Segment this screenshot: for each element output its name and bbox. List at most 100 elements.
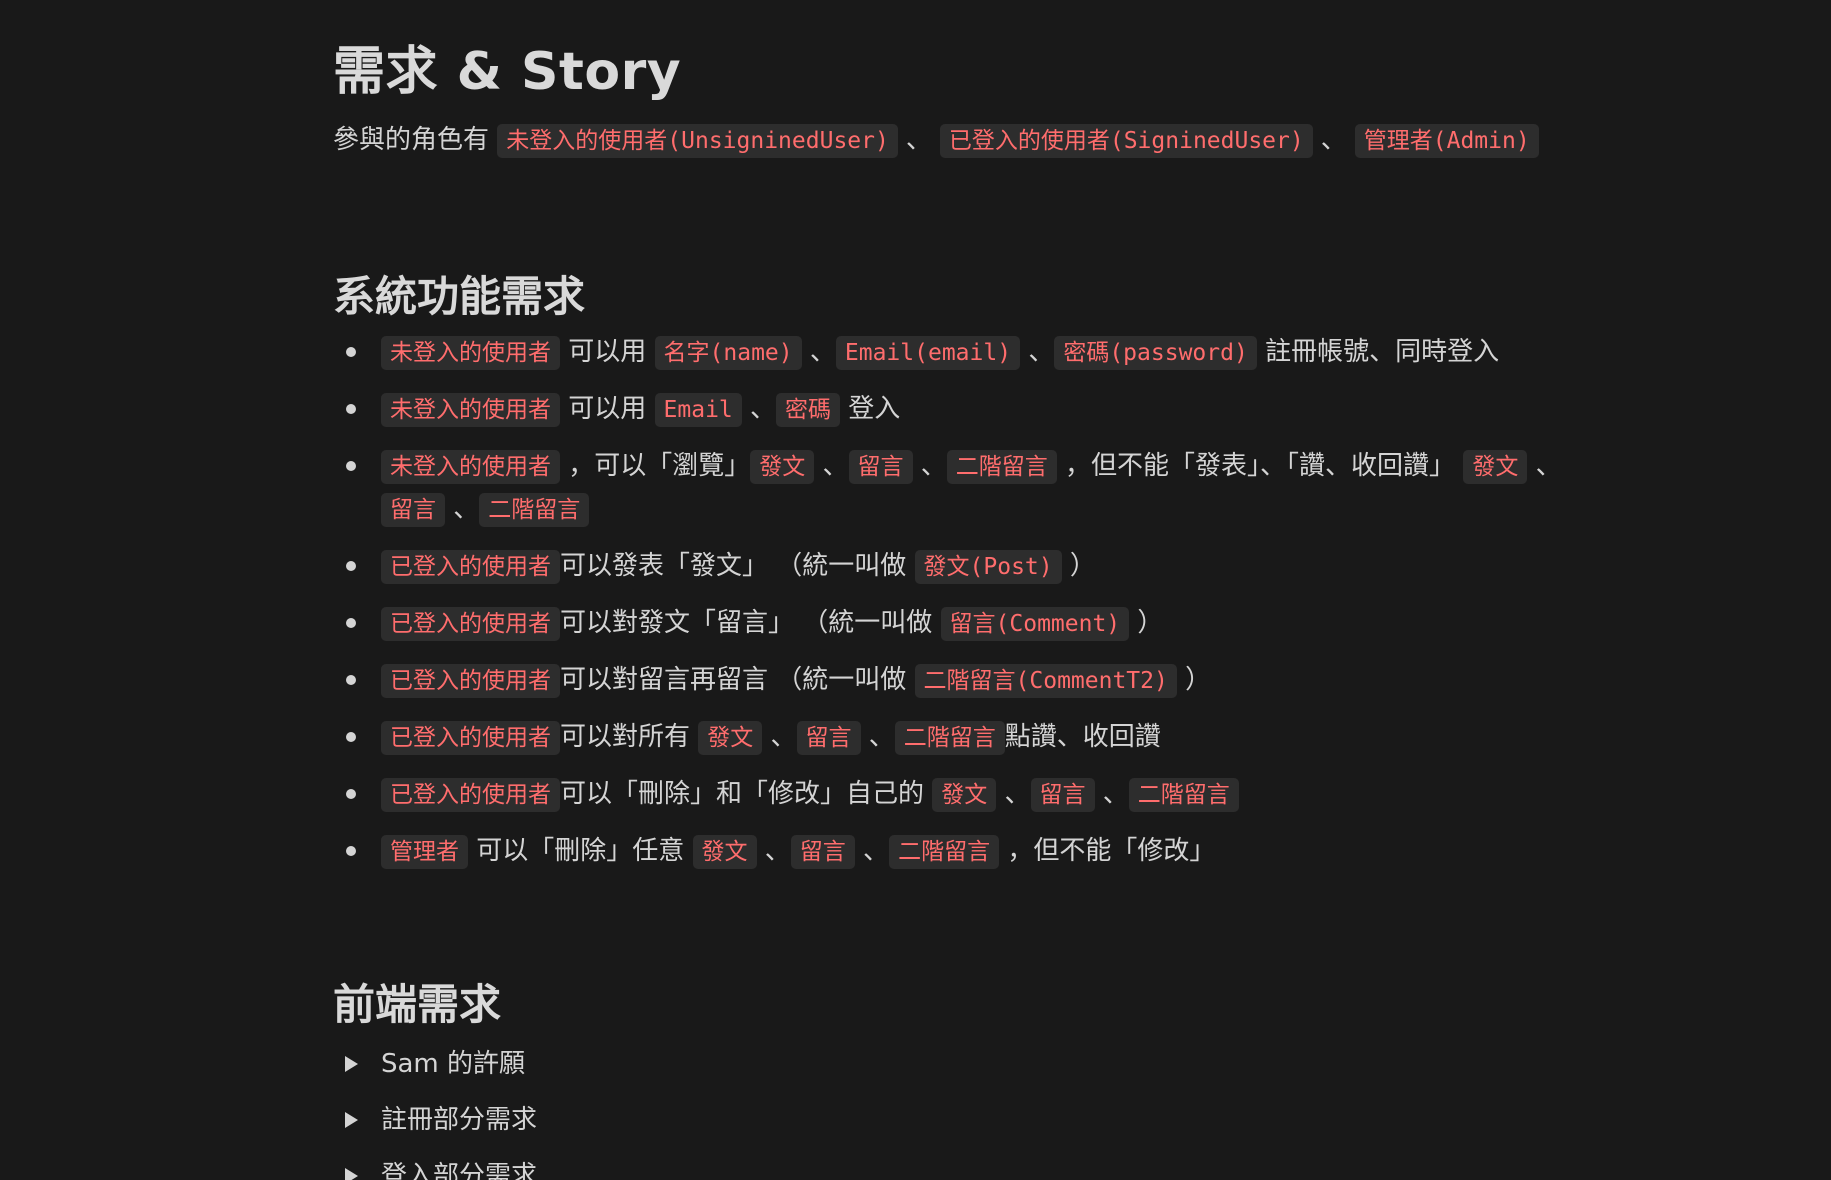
list-item-text: 可以發表「發文」 （統一叫做: [560, 551, 915, 581]
bullet-dot-icon: [346, 732, 356, 742]
toggle-triangle-icon[interactable]: [345, 1112, 358, 1128]
inline-code-tag: Email: [654, 393, 742, 427]
bullet-dot-icon: [346, 789, 356, 799]
list-item[interactable]: 未登入的使用者 ，可以「瀏覽」 發文 、留言 、二階留言 ，但不能「發表」、「讚、…: [333, 445, 1573, 531]
list-item-text: ）: [1061, 551, 1096, 581]
bullet-dot-icon: [346, 461, 356, 471]
inline-code-tag: 二階留言: [894, 721, 1005, 755]
inline-code-tag: 名字(name): [654, 336, 802, 370]
list-item-text: 、: [762, 722, 797, 752]
inline-code-tag: 發文: [1463, 450, 1528, 484]
inline-code-tag: 密碼(password): [1054, 336, 1257, 370]
inline-code-tag: 管理者: [381, 835, 468, 869]
list-item[interactable]: 已登入的使用者 可以對留言再留言 （統一叫做 二階留言(CommentT2) ）: [333, 659, 1573, 702]
inline-code-tag: Email(email): [835, 336, 1021, 370]
list-item-text: 可以對發文「留言」 （統一叫做: [560, 608, 941, 638]
list-item-text: 、: [1020, 337, 1055, 367]
inline-code-tag: 留言: [381, 493, 445, 527]
list-item-text: 點讚、收回讚: [1004, 722, 1161, 752]
inline-code-tag: 留言: [796, 721, 861, 755]
bullet-dot-icon: [346, 561, 356, 571]
toggle-item[interactable]: 登入部分需求: [333, 1155, 1573, 1180]
inline-code-tag: 已登入的使用者: [381, 721, 560, 755]
inline-code-tag: 已登入的使用者: [381, 664, 560, 698]
bullet-dot-icon: [346, 404, 356, 414]
list-item[interactable]: 已登入的使用者 可以發表「發文」 （統一叫做 發文(Post) ）: [333, 545, 1573, 588]
list-item-text: ）: [1129, 608, 1164, 638]
inline-code-tag: 發文: [750, 450, 815, 484]
list-item[interactable]: 已登入的使用者 可以對發文「留言」 （統一叫做 留言(Comment) ）: [333, 602, 1573, 645]
bullet-dot-icon: [346, 618, 356, 628]
toggle-triangle-icon[interactable]: [345, 1056, 358, 1072]
inline-code-tag: 二階留言: [1128, 778, 1239, 812]
section-heading-system[interactable]: 系統功能需求: [333, 269, 1573, 325]
inline-code-tag: 留言: [790, 835, 855, 869]
list-item-text: 、: [741, 394, 777, 424]
inline-code-tag: 發文: [698, 721, 763, 755]
role-tag-signed: 已登入的使用者(SigninedUser): [939, 124, 1313, 158]
list-item-text: 、: [996, 779, 1031, 809]
list-item-text: 可以「刪除」和「修改」自己的: [560, 779, 933, 809]
role-tag-admin: 管理者(Admin): [1354, 124, 1539, 158]
toggle-item[interactable]: Sam 的許願: [333, 1043, 1573, 1085]
inline-code-tag: 已登入的使用者: [381, 550, 560, 584]
inline-code-tag: 留言(Comment): [940, 607, 1130, 641]
list-item-text: 可以對所有: [560, 722, 699, 752]
list-item-text: ，但不能「修改」: [999, 836, 1216, 866]
list-item-text: 、: [756, 836, 791, 866]
list-item-text: 註冊帳號、同時登入: [1256, 337, 1500, 367]
toggle-item[interactable]: 註冊部分需求: [333, 1099, 1573, 1141]
toggle-triangle-icon[interactable]: [345, 1168, 358, 1180]
inline-code-tag: 二階留言: [946, 450, 1057, 484]
list-item-text: ，但不能「發表」、「讚、收回讚」: [1056, 451, 1464, 481]
list-item[interactable]: 未登入的使用者 可以用 Email 、密碼 登入: [333, 388, 1573, 431]
separator: 、: [1320, 125, 1347, 155]
toggle-label: Sam 的許願: [381, 1049, 526, 1079]
inline-code-tag: 發文: [692, 835, 757, 869]
page-title[interactable]: 需求 & Story: [333, 38, 1573, 106]
list-item-text: 、: [860, 722, 895, 752]
list-item[interactable]: 未登入的使用者 可以用 名字(name) 、 Email(email) 、密碼(p…: [333, 331, 1573, 374]
notion-page: 需求 & Story 參與的角色有 未登入的使用者(UnsigninedUser…: [0, 0, 1831, 1180]
list-item-text: 、: [1527, 451, 1562, 481]
section-heading-frontend[interactable]: 前端需求: [333, 977, 1573, 1033]
role-tag-unsigned: 未登入的使用者(UnsigninedUser): [497, 124, 898, 158]
intro-prefix: 參與的角色有: [333, 125, 490, 155]
page-content: 需求 & Story 參與的角色有 未登入的使用者(UnsigninedUser…: [333, 0, 1573, 1180]
list-item[interactable]: 已登入的使用者 可以對所有 發文 、留言 、二階留言 點讚、收回讚: [333, 716, 1573, 759]
inline-code-tag: 未登入的使用者: [381, 393, 560, 427]
inline-code-tag: 留言: [1030, 778, 1095, 812]
inline-code-tag: 已登入的使用者: [381, 778, 560, 812]
list-item-text: 、: [912, 451, 947, 481]
separator: 、: [905, 125, 932, 155]
inline-code-tag: 二階留言(CommentT2): [914, 664, 1177, 698]
list-item[interactable]: 已登入的使用者 可以「刪除」和「修改」自己的 發文 、留言 、二階留言: [333, 773, 1573, 816]
toggle-label: 註冊部分需求: [381, 1105, 538, 1135]
toggle-label: 登入部分需求: [381, 1161, 538, 1180]
bullet-dot-icon: [346, 347, 356, 357]
list-item-text: 可以用: [560, 394, 655, 424]
list-item-text: ）: [1176, 665, 1212, 695]
inline-code-tag: 密碼: [776, 393, 841, 427]
inline-code-tag: 未登入的使用者: [381, 450, 560, 484]
inline-code-tag: 二階留言: [479, 493, 590, 527]
inline-code-tag: 發文: [932, 778, 997, 812]
inline-code-tag: 二階留言: [889, 835, 1000, 869]
bullet-dot-icon: [346, 846, 356, 856]
system-requirements-list: 未登入的使用者 可以用 名字(name) 、 Email(email) 、密碼(p…: [333, 331, 1573, 873]
list-item-text: 、: [854, 836, 890, 866]
list-item-text: ，可以「瀏覽」: [560, 451, 751, 481]
inline-code-tag: 發文(Post): [914, 550, 1062, 584]
list-item-text: 可以「刪除」任意: [468, 836, 693, 866]
intro-paragraph[interactable]: 參與的角色有 未登入的使用者(UnsigninedUser)、已登入的使用者(S…: [333, 118, 1573, 163]
inline-code-tag: 已登入的使用者: [381, 607, 560, 641]
bullet-dot-icon: [346, 675, 356, 685]
list-item[interactable]: 管理者 可以「刪除」任意 發文 、留言 、二階留言 ，但不能「修改」: [333, 830, 1573, 873]
list-item-text: 可以用: [560, 337, 655, 367]
inline-code-tag: 未登入的使用者: [381, 336, 560, 370]
list-item-text: 可以對留言再留言 （統一叫做: [560, 665, 915, 695]
list-item-text: 、: [814, 451, 849, 481]
list-item-text: 、: [801, 337, 836, 367]
list-item-text: 登入: [840, 394, 901, 424]
frontend-toggle-list: Sam 的許願 註冊部分需求登入部分需求: [333, 1043, 1573, 1180]
